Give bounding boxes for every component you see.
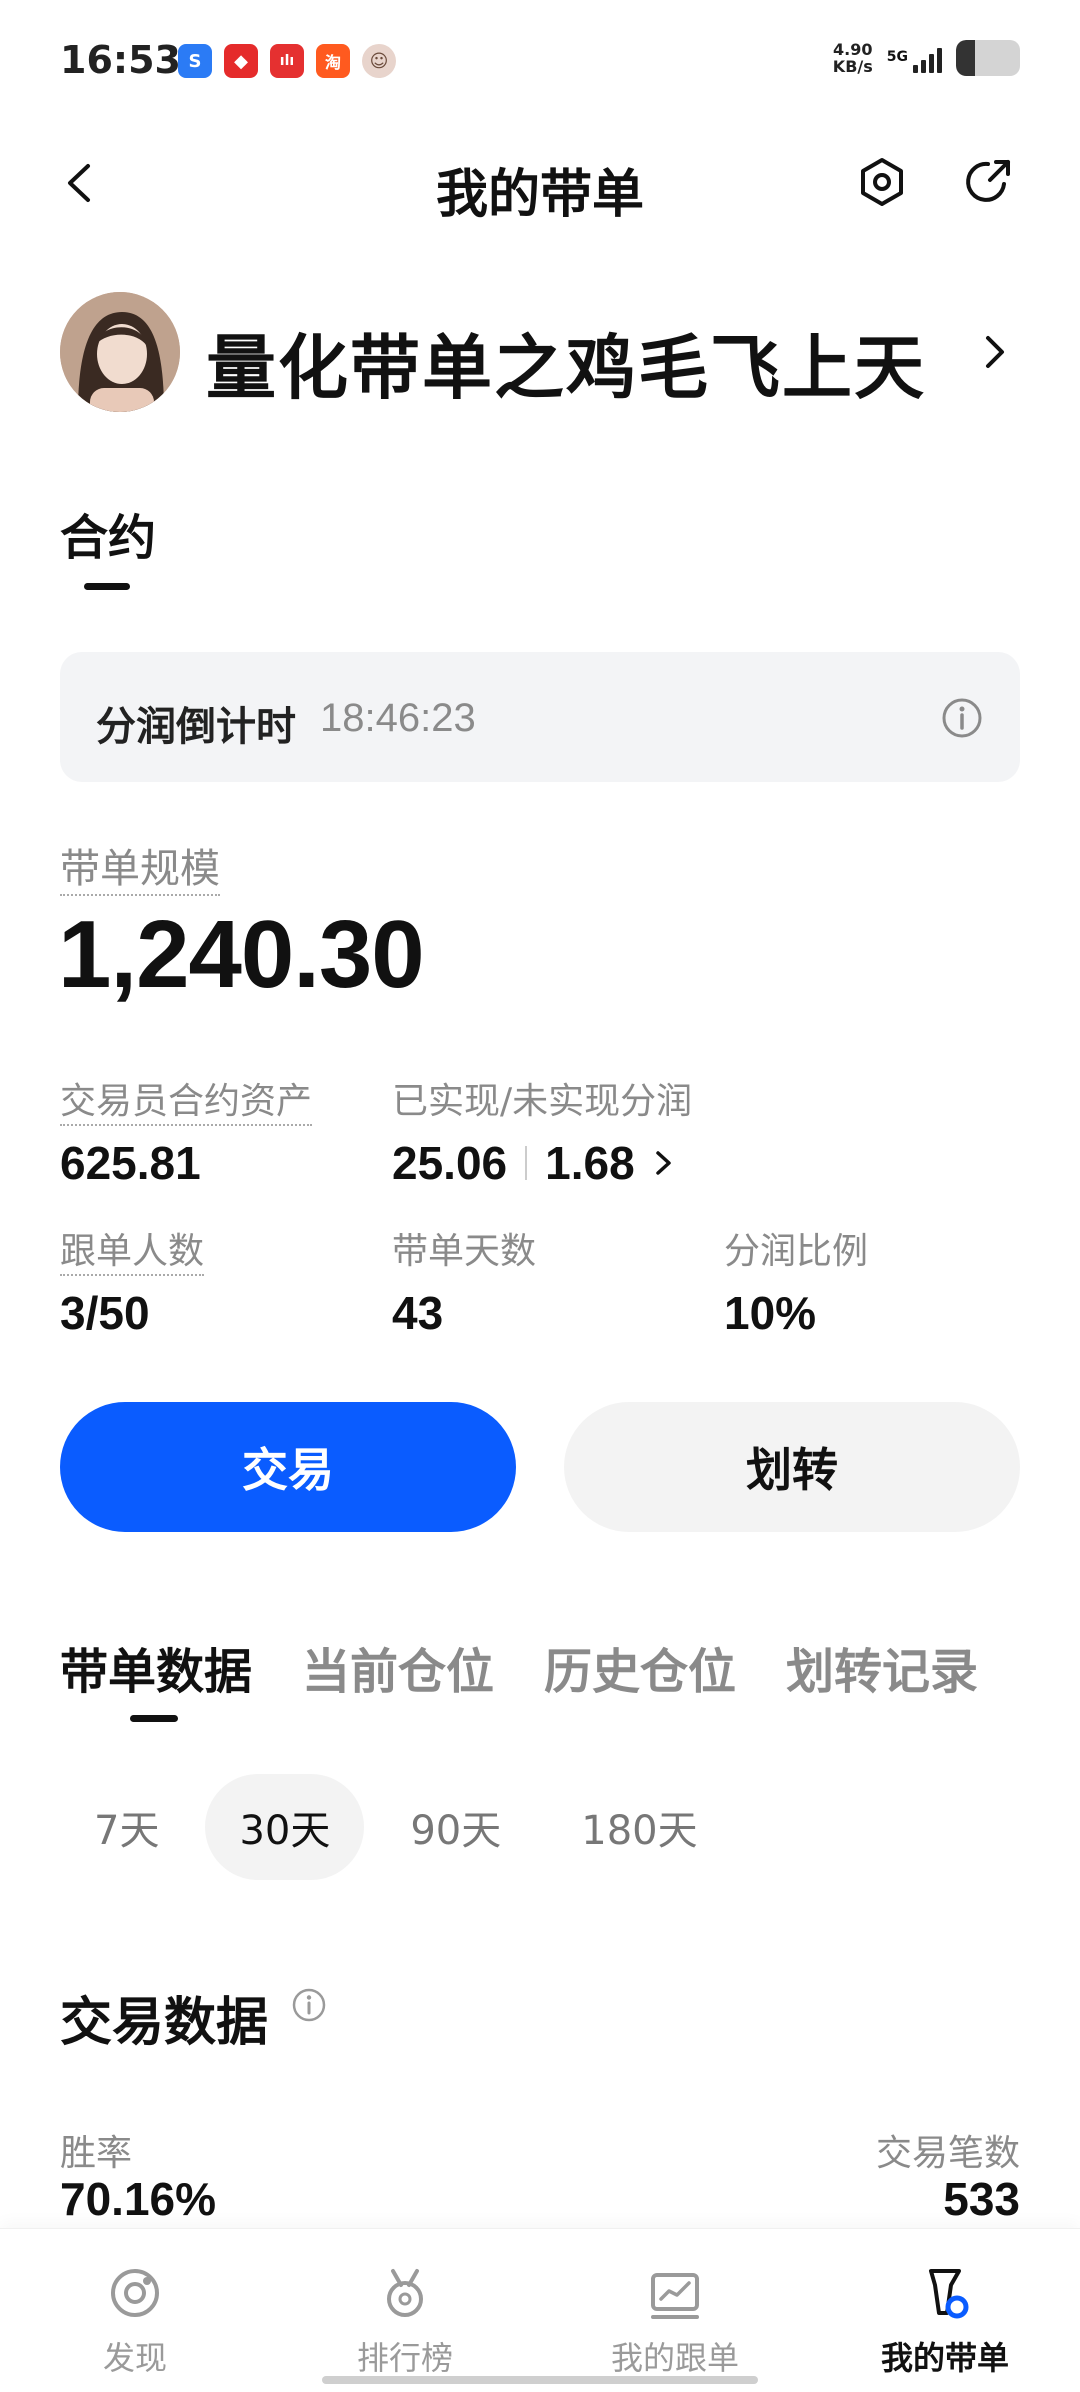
tab-current-positions[interactable]: 当前仓位 [302,1632,494,1702]
lead-days-stat: 带单天数 43 [392,1222,536,1340]
share-icon[interactable] [960,154,1016,210]
network-type: 5G [886,49,908,65]
info-icon[interactable] [290,1986,328,2024]
status-indicators: 4.90 KB/s 5G [833,40,1020,76]
trade-data-title: 交易数据 [60,1993,269,2053]
followers-label[interactable]: 跟单人数 [60,1231,205,1276]
unrealized-share-value: 1.68 [545,1137,635,1189]
share-ratio-label: 分润比例 [724,1231,869,1272]
period-7d[interactable]: 7天 [60,1774,193,1880]
tab-contract-indicator [84,583,130,590]
nav-discover[interactable]: 发现 [0,2229,270,2392]
nav-my-lead-label: 我的带单 [880,2339,1009,2377]
trader-assets-label[interactable]: 交易员合约资产 [60,1081,313,1126]
battery-icon [956,40,1020,76]
trader-name: 量化带单之鸡毛飞上天 [206,327,926,409]
bottom-nav: 发现 排行榜 我的跟单 我的带单 [0,2228,1080,2392]
music-app-icon: ılı [270,44,304,78]
status-bar: 16:53 S ◆ ılı 淘 ☺ 4.90 KB/s 5G [0,0,1080,130]
followers-stat: 跟单人数 3/50 [60,1222,205,1340]
status-time: 16:53 [60,38,181,82]
profit-share-values: 25.06 1.68 [392,1136,692,1190]
nav-my-follow[interactable]: 我的跟单 [540,2229,810,2392]
countdown-value: 18:46:23 [320,696,476,740]
net-speed-value: 4.90 [833,40,873,59]
profit-share-stat[interactable]: 已实现/未实现分润 25.06 1.68 [392,1072,692,1190]
lead-days-value: 43 [392,1287,444,1339]
app-header: 我的带单 [0,130,1080,240]
info-icon[interactable] [940,696,984,740]
baidu-app-icon: S [178,44,212,78]
home-indicator[interactable] [322,2376,758,2384]
profit-share-label: 已实现/未实现分润 [392,1081,693,1122]
share-ratio-stat: 分润比例 10% [724,1222,868,1340]
signal-icon: 5G [887,43,942,73]
tab-transfer-records[interactable]: 划转记录 [786,1632,978,1702]
discover-icon [111,2269,159,2317]
nav-ranking[interactable]: 排行榜 [270,2229,540,2392]
battery-level [956,40,976,76]
nav-ranking-label: 排行榜 [356,2339,453,2377]
my-lead-icon [929,2269,969,2319]
tab-contract[interactable]: 合约 [60,498,156,568]
period-filter: 7天 30天 90天 180天 [60,1774,732,1880]
trader-profile[interactable]: 量化带单之鸡毛飞上天 [60,292,1020,416]
lead-scale-label-text: 带单规模 [60,846,220,896]
realized-share-value: 25.06 [392,1137,508,1189]
net-speed: 4.90 KB/s [833,41,873,75]
data-tabs: 带单数据 当前仓位 历史仓位 划转记录 [60,1632,978,1702]
page-title: 我的带单 [435,165,644,225]
settings-hexagon-icon[interactable] [854,154,910,210]
trade-count-value: 533 [943,2173,1020,2225]
tab-history-positions[interactable]: 历史仓位 [544,1632,736,1702]
chevron-right-icon[interactable] [970,322,1020,382]
trade-button[interactable]: 交易 [60,1402,516,1532]
profit-share-countdown: 分润倒计时 18:46:23 [60,652,1020,782]
win-rate-value: 70.16% [60,2173,217,2225]
red-app-icon: ◆ [224,44,258,78]
value-divider [525,1146,528,1180]
countdown-label: 分润倒计时 [96,704,296,750]
trade-count-label: 交易笔数 [875,2133,1020,2174]
trader-assets-stat: 交易员合约资产 625.81 [60,1072,313,1190]
chevron-right-icon[interactable] [649,1143,679,1183]
lead-scale-value: 1,240.30 [58,901,425,1008]
period-30d[interactable]: 30天 [205,1774,365,1880]
tab-lead-data[interactable]: 带单数据 [60,1632,252,1702]
win-rate-label: 胜率 [60,2133,133,2174]
lead-days-label: 带单天数 [392,1231,537,1272]
lead-scale-label[interactable]: 带单规模 [60,836,220,896]
avatar [60,292,180,412]
transfer-button[interactable]: 划转 [564,1402,1020,1532]
my-follow-chart-icon [651,2273,699,2319]
avatar-app-icon: ☺ [362,44,396,78]
followers-value: 3/50 [60,1287,150,1339]
trader-assets-value: 625.81 [60,1137,201,1189]
share-ratio-value: 10% [724,1287,817,1339]
nav-discover-label: 发现 [102,2339,167,2377]
nav-my-lead[interactable]: 我的带单 [810,2229,1080,2392]
status-app-icons: S ◆ ılı 淘 ☺ [178,44,396,78]
nav-my-follow-label: 我的跟单 [610,2339,739,2377]
period-90d[interactable]: 90天 [376,1774,535,1880]
period-180d[interactable]: 180天 [547,1774,731,1880]
taobao-app-icon: 淘 [316,44,350,78]
net-speed-unit: KB/s [832,57,873,76]
ranking-medal-icon [387,2269,423,2317]
tab-lead-data-indicator [130,1715,178,1722]
